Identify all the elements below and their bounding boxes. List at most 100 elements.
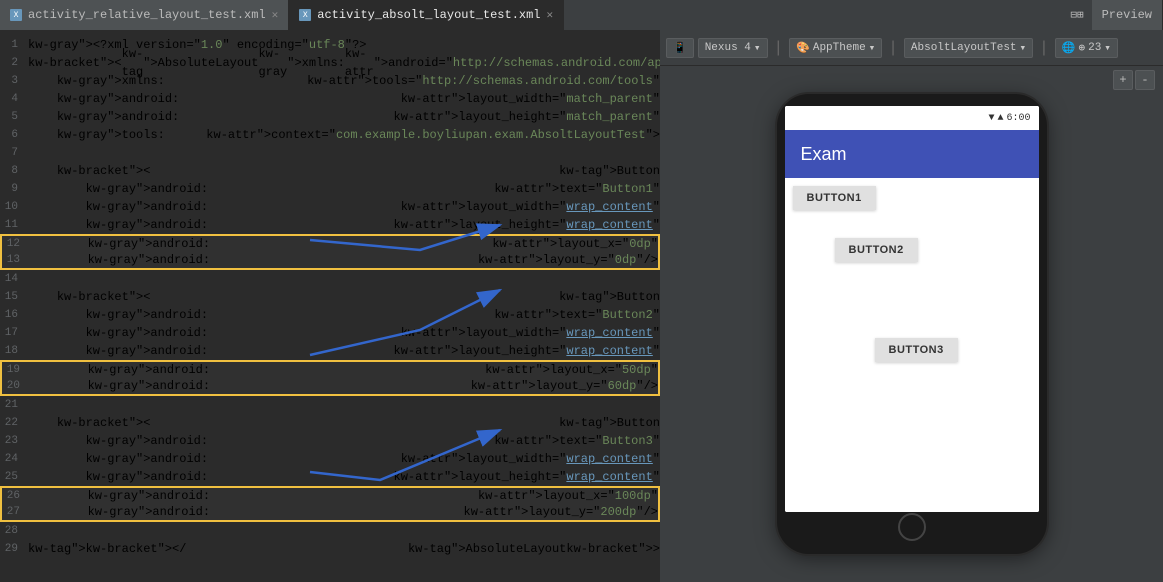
code-line: 13 kw-gray">android:kw-attr">layout_y="0… — [0, 252, 660, 270]
line-number: 13 — [2, 251, 26, 269]
line-content: kw-gray">android: — [24, 198, 401, 216]
zoom-in-btn[interactable]: + — [1113, 70, 1133, 90]
line-number: 22 — [0, 414, 24, 432]
xml-icon-2: X — [299, 9, 311, 21]
tab-bar: X activity_relative_layout_test.xml ✕ X … — [0, 0, 1163, 30]
lang-btn[interactable]: 🌐 ⊕ 23 ▾ — [1055, 38, 1118, 58]
line-number: 25 — [0, 468, 24, 486]
line-content: kw-bracket">< — [24, 54, 122, 72]
line-content: kw-bracket">< — [24, 288, 559, 306]
line-number: 20 — [2, 377, 26, 395]
line-number: 3 — [0, 72, 24, 90]
line-content: kw-gray"><?xml version="1.0" encoding="u… — [24, 36, 660, 54]
line-content: kw-gray">android: — [24, 306, 494, 324]
phone-bottom — [785, 512, 1039, 542]
phone-button3: BUTTON3 — [875, 338, 958, 362]
sep2: | — [886, 39, 900, 57]
code-line: 7 — [0, 144, 660, 162]
phone-status-bar: ▼ ▲ 6:00 — [785, 106, 1039, 130]
line-number: 9 — [0, 180, 24, 198]
line-number: 15 — [0, 288, 24, 306]
tab-relative-label: activity_relative_layout_test.xml — [28, 8, 266, 22]
theme-label: AppTheme — [813, 42, 866, 54]
line-number: 7 — [0, 144, 24, 162]
phone-content: BUTTON1 BUTTON2 BUTTON3 — [785, 178, 1039, 512]
preview-area: + - ▼ ▲ 6:00 Exam — [660, 66, 1163, 582]
phone-icon: 📱 — [673, 41, 687, 55]
tab-relative[interactable]: X activity_relative_layout_test.xml ✕ — [0, 0, 289, 30]
phone-mockup: ▼ ▲ 6:00 Exam BUTTON1 BUTTON2 BUTTON3 — [777, 94, 1047, 554]
line-content: kw-gray">tools: — [24, 126, 206, 144]
line-content: kw-gray">android: — [24, 468, 394, 486]
code-line: 19 kw-gray">android:kw-attr">layout_x="5… — [0, 360, 660, 378]
code-line: 28 — [0, 522, 660, 540]
theme-btn[interactable]: 🎨 AppTheme ▾ — [789, 38, 882, 58]
zoom-out-btn[interactable]: - — [1135, 70, 1155, 90]
code-line: 5 kw-gray">android:kw-attr">layout_heigh… — [0, 108, 660, 126]
toolbar: 📱 Nexus 4 ▾ | 🎨 AppTheme ▾ | AbsoltLayou… — [660, 30, 1163, 66]
phone-title-bar: Exam — [785, 130, 1039, 178]
code-line: 12 kw-gray">android:kw-attr">layout_x="0… — [0, 234, 660, 252]
xml-icon-1: X — [10, 9, 22, 21]
api-level: 23 — [1088, 42, 1101, 54]
code-line: 1 kw-gray"><?xml version="1.0" encoding=… — [0, 36, 660, 54]
line-number: 16 — [0, 306, 24, 324]
line-number: 28 — [0, 522, 24, 540]
code-line: 17 kw-gray">android:kw-attr">layout_widt… — [0, 324, 660, 342]
code-line: 10 kw-gray">android:kw-attr">layout_widt… — [0, 198, 660, 216]
layout-btn[interactable]: AbsoltLayoutTest ▾ — [904, 38, 1033, 58]
line-content: kw-gray">android: — [26, 251, 478, 269]
line-number: 2 — [0, 54, 24, 72]
code-line: 2 kw-bracket"><kw-tag">AbsoluteLayout kw… — [0, 54, 660, 72]
code-line: 6 kw-gray">tools:kw-attr">context="com.e… — [0, 126, 660, 144]
tab-preview[interactable]: Preview — [1092, 0, 1163, 30]
code-line: 8 kw-bracket"><kw-tag">Button — [0, 162, 660, 180]
code-line: 16 kw-gray">android:kw-attr">text="Butto… — [0, 306, 660, 324]
lang-label: ⊕ — [1078, 41, 1085, 55]
wifi-icon: ▼ — [988, 113, 994, 124]
code-line: 15 kw-bracket"><kw-tag">Button — [0, 288, 660, 306]
line-content: kw-bracket">< — [24, 414, 559, 432]
code-line: 25 kw-gray">android:kw-attr">layout_heig… — [0, 468, 660, 486]
code-line: 27 kw-gray">android:kw-attr">layout_y="2… — [0, 504, 660, 522]
code-line: 4 kw-gray">android:kw-attr">layout_width… — [0, 90, 660, 108]
code-line: 21 — [0, 396, 660, 414]
code-line: 26 kw-gray">android:kw-attr">layout_x="1… — [0, 486, 660, 504]
line-number: 17 — [0, 324, 24, 342]
phone-title-text: Exam — [801, 144, 847, 165]
line-content: kw-gray">xmlns: — [24, 72, 307, 90]
code-line: 20 kw-gray">android:kw-attr">layout_y="6… — [0, 378, 660, 396]
status-icons: ▼ ▲ 6:00 — [988, 113, 1030, 124]
tab-close-2[interactable]: ✕ — [547, 8, 554, 22]
line-content: kw-gray">android: — [24, 432, 494, 450]
code-line: 24 kw-gray">android:kw-attr">layout_widt… — [0, 450, 660, 468]
line-content: kw-gray">android: — [26, 377, 471, 395]
phone-screen: ▼ ▲ 6:00 Exam BUTTON1 BUTTON2 BUTTON3 — [785, 106, 1039, 512]
code-line: 11 kw-gray">android:kw-attr">layout_heig… — [0, 216, 660, 234]
nexus-btn[interactable]: Nexus 4 ▾ — [698, 38, 768, 58]
tab-close-1[interactable]: ✕ — [272, 8, 279, 22]
tab-absolt[interactable]: X activity_absolt_layout_test.xml ✕ — [289, 0, 564, 30]
line-content: kw-bracket">< — [24, 162, 559, 180]
line-number: 23 — [0, 432, 24, 450]
line-content: kw-gray">android: — [24, 180, 494, 198]
sep1: | — [772, 39, 786, 57]
code-editor[interactable]: 1 kw-gray"><?xml version="1.0" encoding=… — [0, 30, 660, 582]
phone-button2: BUTTON2 — [835, 238, 918, 262]
line-number: 27 — [2, 503, 26, 521]
tab-tools-icon: ⊟⊞ — [1070, 8, 1083, 22]
line-number: 5 — [0, 108, 24, 126]
line-content — [24, 270, 660, 288]
tab-tools: ⊟⊞ — [1062, 8, 1091, 22]
theme-dropdown-icon: ▾ — [869, 41, 876, 55]
line-number: 8 — [0, 162, 24, 180]
line-number: 6 — [0, 126, 24, 144]
line-content: kw-gray">android: — [24, 324, 401, 342]
toolbar-avd-btn[interactable]: 📱 — [666, 38, 694, 58]
code-line: 18 kw-gray">android:kw-attr">layout_heig… — [0, 342, 660, 360]
line-number: 10 — [0, 198, 24, 216]
signal-icon: ▲ — [997, 113, 1003, 124]
code-area[interactable]: 1 kw-gray"><?xml version="1.0" encoding=… — [0, 30, 660, 582]
line-number: 18 — [0, 342, 24, 360]
line-number: 4 — [0, 90, 24, 108]
